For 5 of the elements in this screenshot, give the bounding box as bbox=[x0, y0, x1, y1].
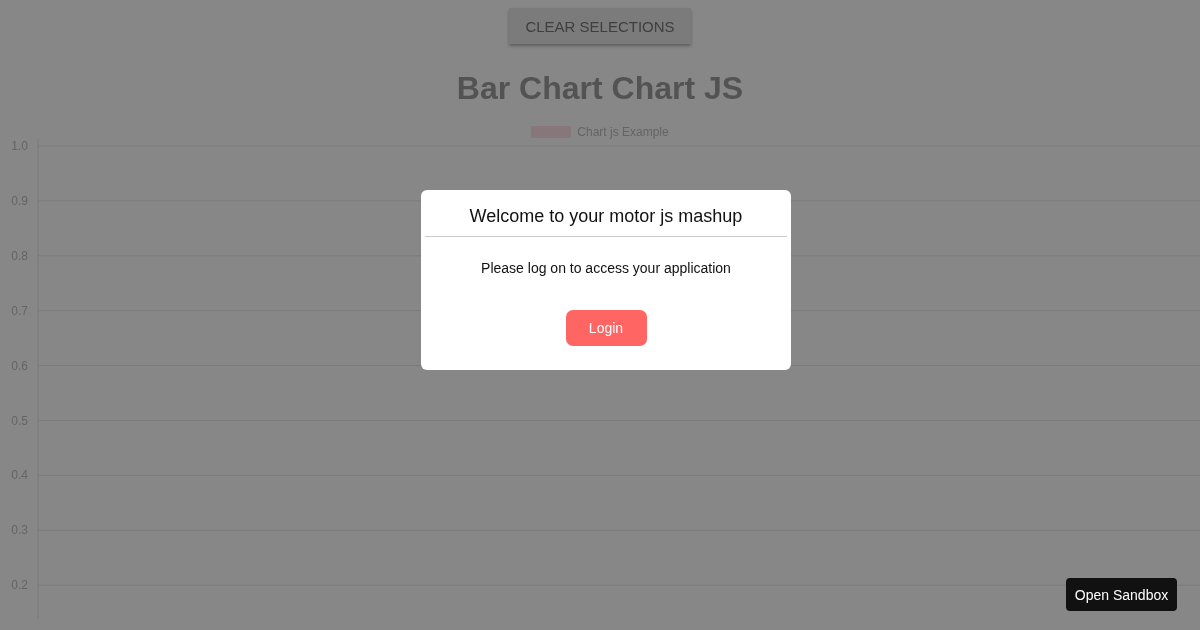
clear-selections-button[interactable]: CLEAR SELECTIONS bbox=[509, 8, 691, 44]
login-button[interactable]: Login bbox=[565, 310, 647, 346]
open-sandbox-button[interactable]: Open Sandbox bbox=[1066, 578, 1177, 611]
dialog-message: Please log on to access your application bbox=[481, 260, 731, 276]
dialog-title: Welcome to your motor js mashup bbox=[469, 206, 743, 227]
